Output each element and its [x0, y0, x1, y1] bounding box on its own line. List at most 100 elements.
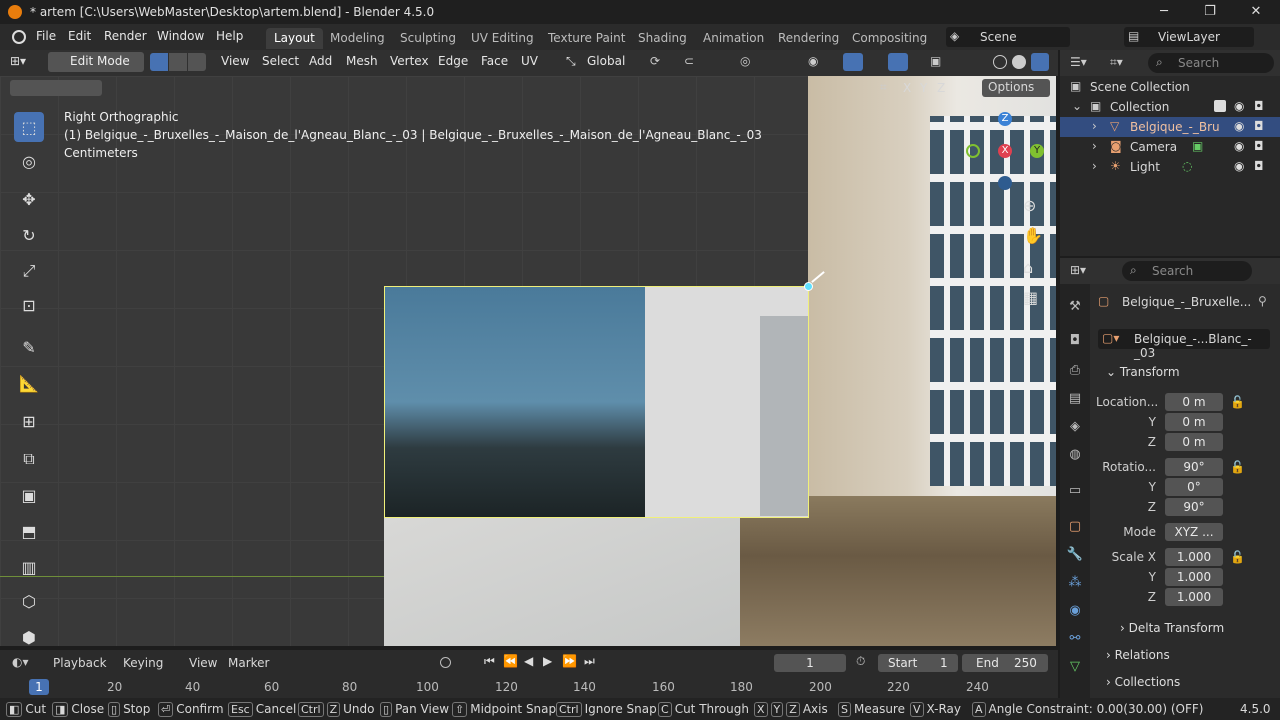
lock-icon[interactable]: 🔓 [1230, 550, 1245, 564]
select-box-tool-icon[interactable]: ⬚ [14, 112, 44, 142]
orientation-selector[interactable]: Global [587, 54, 625, 68]
menu-view[interactable]: View [221, 54, 249, 68]
3d-viewport[interactable]: Right Orthographic (1) Belgique_-_Bruxel… [0, 76, 1056, 646]
zoom-icon[interactable]: ⊕ [1023, 196, 1036, 215]
xray-icon[interactable]: ▣ [930, 54, 941, 68]
measure-tool-icon[interactable]: 📐 [14, 368, 44, 398]
select-box-icons[interactable] [10, 80, 102, 96]
cursor-tool-icon[interactable]: ◎ [14, 146, 44, 176]
autokey-icon[interactable] [440, 657, 451, 668]
menu-face[interactable]: Face [481, 54, 508, 68]
lock-icon[interactable]: 🔓 [1230, 460, 1245, 474]
scale-x-field[interactable]: 1.000 [1165, 548, 1223, 566]
playback-menu[interactable]: Playback [53, 656, 107, 670]
expand-arrow-icon[interactable]: ⌄ [1072, 99, 1082, 113]
menu-vertex[interactable]: Vertex [390, 54, 429, 68]
menu-add[interactable]: Add [309, 54, 332, 68]
location-z-field[interactable]: 0 m [1165, 433, 1223, 451]
eye-icon[interactable]: ◉ [1234, 99, 1244, 113]
checkbox-icon[interactable] [1214, 100, 1226, 112]
tab-texture-paint[interactable]: Texture Paint [540, 28, 633, 49]
outliner-scene-collection[interactable]: ▣ Scene Collection [1060, 77, 1280, 97]
collections-panel[interactable]: › Collections [1106, 675, 1180, 689]
marker-menu[interactable]: Marker [228, 656, 269, 670]
menu-mesh[interactable]: Mesh [346, 54, 378, 68]
camera-view-icon[interactable]: ⌂ [1023, 258, 1033, 277]
view-layer-tab-icon[interactable]: ▤ [1066, 390, 1084, 408]
rotation-x-field[interactable]: 90° [1165, 458, 1223, 476]
tab-rendering[interactable]: Rendering [770, 28, 847, 49]
vertex-select-icon[interactable] [150, 53, 168, 71]
extrude-tool-icon[interactable]: ⧉ [14, 444, 44, 474]
view-layer-selector[interactable]: ▤ ViewLayer [1124, 27, 1254, 47]
data-tab-icon[interactable]: ▽ [1066, 658, 1084, 676]
constraints-tab-icon[interactable]: ⚯ [1066, 630, 1084, 648]
options-dropdown[interactable]: Options [982, 79, 1050, 97]
editor-type-icon[interactable]: ⊞▾ [10, 54, 26, 68]
menu-help[interactable]: Help [216, 29, 243, 43]
overlay-toggle-icon[interactable] [888, 53, 908, 71]
tab-sculpting[interactable]: Sculpting [392, 28, 464, 49]
minimize-button[interactable]: ─ [1144, 2, 1184, 22]
play-icon[interactable]: ▶ [543, 654, 552, 668]
camera-render-icon[interactable]: ◘ [1254, 119, 1264, 133]
proportional-edit-icon[interactable]: ◎ [740, 54, 750, 68]
ortho-toggle-icon[interactable]: ▦ [1023, 288, 1038, 307]
output-tab-icon[interactable]: ⎙ [1066, 362, 1084, 380]
rotation-y-field[interactable]: 0° [1165, 478, 1223, 496]
mode-selector[interactable]: Edit Mode [48, 52, 144, 72]
particles-tab-icon[interactable]: ⁂ [1066, 574, 1084, 592]
rotation-z-field[interactable]: 90° [1165, 498, 1223, 516]
next-key-icon[interactable]: ⏩ [562, 654, 577, 668]
object-name-row[interactable]: ▢ Belgique_-_Bruxelle... ⚲ [1096, 294, 1274, 312]
loop-cut-tool-icon[interactable]: ▥ [14, 552, 44, 582]
relations-panel[interactable]: › Relations [1106, 648, 1170, 662]
current-frame-indicator[interactable]: 1 [29, 679, 49, 695]
axis-x-toggle[interactable]: X [903, 81, 911, 95]
outliner-editor-icon[interactable]: ☰▾ [1070, 55, 1087, 69]
scale-y-field[interactable]: 1.000 [1165, 568, 1223, 586]
tool-tab-icon[interactable]: ⚒ [1066, 298, 1084, 316]
end-frame-field[interactable]: End 250 [962, 654, 1048, 672]
view-menu[interactable]: View [189, 656, 217, 670]
move-tool-icon[interactable]: ✥ [14, 184, 44, 214]
shading-material-icon[interactable] [1031, 53, 1049, 71]
camera-render-icon[interactable]: ◘ [1254, 139, 1264, 153]
tab-uv-editing[interactable]: UV Editing [463, 28, 542, 49]
delta-transform-panel[interactable]: › Delta Transform [1120, 621, 1224, 635]
properties-editor-icon[interactable]: ⊞▾ [1070, 263, 1086, 277]
knife-tool-icon[interactable]: ⬡ [14, 586, 44, 616]
navigation-gizmo[interactable]: Z X Y [950, 104, 1054, 220]
pin-icon[interactable]: ⚲ [1258, 294, 1267, 308]
world-tab-icon[interactable]: ◍ [1066, 446, 1084, 464]
camera-render-icon[interactable]: ◘ [1254, 159, 1264, 173]
scene-tab-icon[interactable]: ◈ [1066, 418, 1084, 436]
rotation-mode-select[interactable]: XYZ ... [1165, 523, 1223, 541]
tab-modeling[interactable]: Modeling [322, 28, 393, 49]
tab-animation[interactable]: Animation [695, 28, 772, 49]
current-frame-field[interactable]: 1 [774, 654, 846, 672]
expand-arrow-icon[interactable]: › [1092, 159, 1097, 173]
gizmo-toggle-icon[interactable] [843, 53, 863, 71]
menu-uv[interactable]: UV [521, 54, 538, 68]
jump-end-icon[interactable]: ⏭ [584, 654, 595, 669]
menu-edge[interactable]: Edge [438, 54, 468, 68]
eye-icon[interactable]: ◉ [1234, 119, 1244, 133]
menu-edit[interactable]: Edit [68, 29, 91, 43]
prev-key-icon[interactable]: ⏪ [503, 654, 518, 668]
object-data-selector[interactable]: ▢▾ Belgique_-...Blanc_-_03 [1098, 329, 1270, 360]
stopwatch-icon[interactable]: ⏱ [856, 654, 865, 669]
collection-tab-icon[interactable]: ▭ [1066, 482, 1084, 500]
scale-tool-icon[interactable]: ⤢ [14, 256, 44, 286]
axis-y-toggle[interactable]: Y [920, 81, 927, 95]
eye-icon[interactable]: ◉ [1234, 159, 1244, 173]
camera-render-icon[interactable]: ◘ [1254, 99, 1264, 113]
properties-search-field[interactable]: ⌕ Search [1122, 261, 1252, 281]
expand-arrow-icon[interactable]: › [1092, 139, 1097, 153]
pan-hand-icon[interactable]: ✋ [1023, 226, 1043, 245]
gizmo-neg-y-axis[interactable] [966, 144, 980, 158]
lock-icon[interactable]: 🔓 [1230, 395, 1245, 409]
eye-icon[interactable]: ◉ [1234, 139, 1244, 153]
outliner-filter-icon[interactable]: ⌗▾ [1110, 55, 1123, 70]
render-tab-icon[interactable]: ◘ [1066, 332, 1084, 350]
